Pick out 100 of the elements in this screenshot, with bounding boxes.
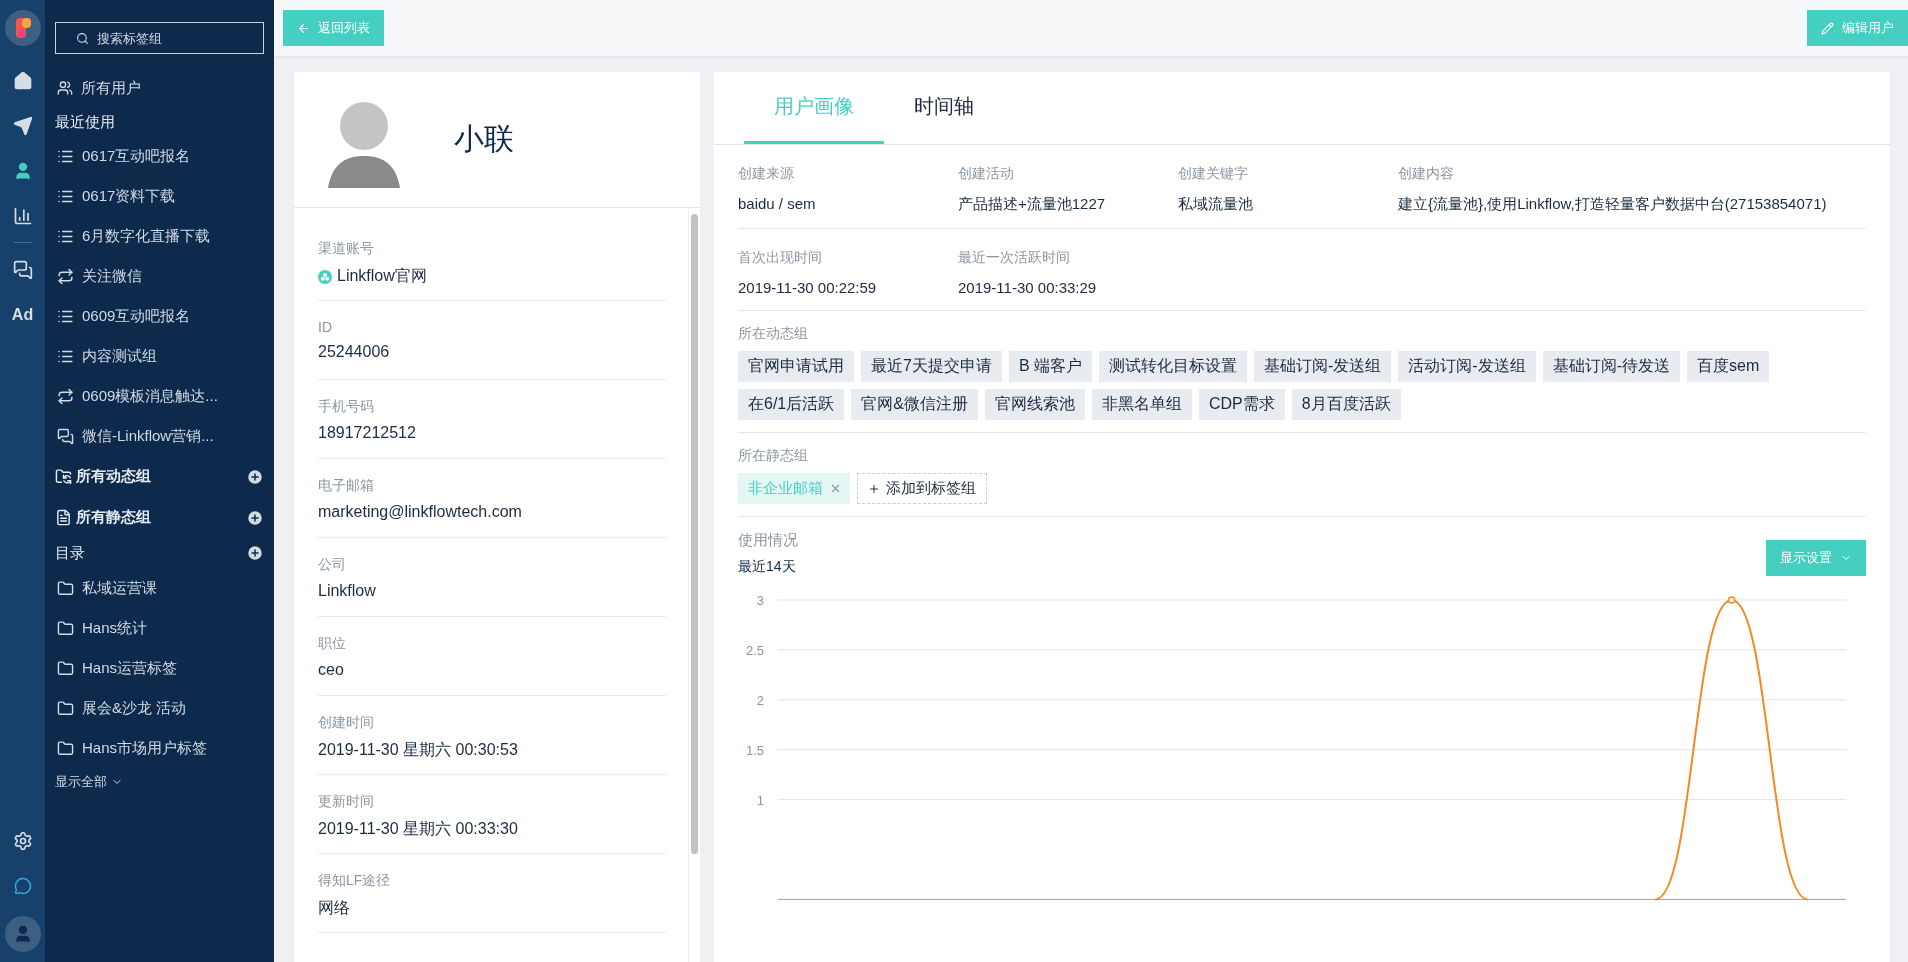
section-label: 使用情况 bbox=[738, 531, 798, 550]
field-value: ceo bbox=[318, 661, 345, 679]
ad-nav-item[interactable]: Ad bbox=[0, 292, 45, 337]
add-icon[interactable] bbox=[246, 544, 264, 562]
chart-subtitle: 最近14天 bbox=[738, 558, 797, 576]
group-nav-item[interactable]: 所有动态组 bbox=[55, 467, 151, 486]
user-name: 小联 bbox=[454, 121, 514, 157]
field-value: 2019-11-30 星期六 00:30:53 bbox=[318, 740, 519, 760]
group-tag: 测试转化目标设置 bbox=[1099, 351, 1248, 382]
axis-tick-label: 3 bbox=[756, 592, 764, 608]
nav-item[interactable]: 所有用户 bbox=[55, 68, 264, 108]
field-value: Linkflow官网 bbox=[337, 266, 427, 286]
nav-item[interactable]: 0609模板消息触达... bbox=[55, 376, 264, 416]
scrollbar-thumb[interactable] bbox=[691, 214, 698, 854]
plus-icon bbox=[868, 482, 880, 495]
field-value: 2019-11-30 00:22:59 bbox=[738, 279, 878, 296]
chat-bubbles-icon bbox=[57, 427, 74, 445]
folder-icon bbox=[57, 739, 74, 757]
field-value: 网络 bbox=[318, 898, 351, 918]
axis-tick-label: 1.5 bbox=[745, 742, 764, 758]
close-icon[interactable] bbox=[829, 482, 842, 495]
search-field[interactable]: 搜索标签组 bbox=[55, 22, 264, 54]
group-tag: 活动订阅-发送组 bbox=[1398, 351, 1536, 382]
field-label: 创建来源 bbox=[738, 165, 795, 183]
section-title: 最近使用 bbox=[55, 111, 116, 132]
field-label: 创建时间 bbox=[318, 714, 375, 732]
field-label: 创建活动 bbox=[958, 165, 1015, 183]
add-to-group-button[interactable]: 添加到标签组 bbox=[857, 473, 987, 504]
document-icon bbox=[55, 509, 72, 526]
group-tag: 8月百度活跃 bbox=[1291, 389, 1401, 420]
group-tag: 官网&微信注册 bbox=[851, 389, 978, 420]
nav-item[interactable]: 内容测试组 bbox=[55, 336, 264, 376]
group-tag: 最近7天提交申请 bbox=[861, 351, 1002, 382]
folder-nav-item[interactable]: 私域运营课 bbox=[55, 568, 264, 608]
field-value: 建立{流量池},使用Linkflow,打造轻量客户数据中台(27153854071) bbox=[1398, 195, 1827, 214]
folder-icon bbox=[57, 579, 74, 597]
nav-item[interactable]: 0617资料下载 bbox=[55, 176, 264, 216]
search-icon bbox=[76, 31, 89, 45]
field-label: 创建内容 bbox=[1398, 165, 1455, 183]
axis-tick-label: 2.5 bbox=[745, 642, 764, 658]
group-tag: B 端客户 bbox=[1008, 351, 1093, 382]
folder-icon bbox=[57, 659, 74, 677]
tab[interactable]: 时间轴 bbox=[884, 72, 1004, 144]
folder-nav-item[interactable]: Hans运营标签 bbox=[55, 648, 264, 688]
add-icon[interactable] bbox=[246, 467, 264, 486]
nav-item[interactable]: 关注微信 bbox=[55, 256, 264, 296]
sync-icon bbox=[57, 267, 74, 285]
group-tag: 非黑名单组 bbox=[1091, 389, 1192, 420]
folder-nav-item[interactable]: 展会&沙龙 活动 bbox=[55, 688, 264, 728]
section-title: 目录 bbox=[55, 542, 85, 563]
app-logo[interactable] bbox=[4, 10, 41, 46]
nav-item[interactable]: 6月数字化直播下载 bbox=[55, 216, 264, 256]
axis-tick-label: 1 bbox=[756, 792, 764, 808]
group-tag: 官网申请试用 bbox=[738, 351, 854, 382]
group-tag: 基础订阅-待发送 bbox=[1542, 351, 1680, 382]
group-tag: 在6/1后活跃 bbox=[738, 389, 845, 420]
search-input[interactable]: 搜索标签组 bbox=[95, 29, 235, 47]
field-value: marketing@linkflowtech.com bbox=[318, 503, 523, 521]
group-nav-item[interactable]: 所有静态组 bbox=[55, 508, 151, 527]
folder-sync-icon bbox=[55, 468, 72, 485]
field-value: 25244006 bbox=[318, 343, 391, 361]
folder-nav-item[interactable]: Hans统计 bbox=[55, 608, 264, 648]
field-value: 18917212512 bbox=[318, 424, 417, 442]
field-value: 私域流量池 bbox=[1178, 195, 1254, 214]
field-label: 最近一次活跃时间 bbox=[958, 249, 1071, 267]
field-value: 2019-11-30 00:33:29 bbox=[958, 279, 1097, 296]
field-label: 首次出现时间 bbox=[738, 249, 823, 267]
folder-nav-item[interactable]: Hans市场用户标签 bbox=[55, 728, 264, 768]
nav-item[interactable]: 0609互动吧报名 bbox=[55, 296, 264, 336]
tag-label: 非企业邮箱 bbox=[748, 479, 823, 498]
field-label: 渠道账号 bbox=[318, 240, 375, 258]
field-label: ID bbox=[318, 319, 333, 335]
nav-item[interactable]: 微信-Linkflow营销... bbox=[55, 416, 264, 456]
folder-icon bbox=[57, 619, 74, 637]
field-label: 创建关键字 bbox=[1178, 165, 1249, 183]
add-icon[interactable] bbox=[246, 508, 264, 527]
arrow-left-icon bbox=[297, 21, 310, 35]
field-value: Linkflow bbox=[318, 582, 377, 600]
users-icon bbox=[57, 80, 73, 96]
field-value: 产品描述+流量池1227 bbox=[958, 195, 1107, 214]
field-label: 得知LF途径 bbox=[318, 872, 392, 890]
section-label: 所在动态组 bbox=[738, 325, 809, 343]
sync-icon bbox=[57, 387, 74, 405]
field-label: 职位 bbox=[318, 635, 347, 653]
field-label: 电子邮箱 bbox=[318, 477, 375, 495]
nav-item[interactable]: 0617互动吧报名 bbox=[55, 136, 264, 176]
field-label: 更新时间 bbox=[318, 793, 375, 811]
group-tag: 基础订阅-发送组 bbox=[1254, 351, 1392, 382]
show-all-link[interactable]: 显示全部 bbox=[55, 768, 264, 796]
field-value: 2019-11-30 星期六 00:33:30 bbox=[318, 819, 519, 839]
group-tag: CDP需求 bbox=[1198, 389, 1285, 420]
axis-tick-label: 2 bbox=[756, 692, 764, 708]
group-tag: 百度sem bbox=[1687, 351, 1770, 382]
channel-icon bbox=[318, 269, 332, 284]
field-value: baidu / sem bbox=[738, 195, 817, 212]
section-label: 所在静态组 bbox=[738, 447, 809, 465]
group-tag: 官网线索池 bbox=[984, 389, 1085, 420]
field-label: 公司 bbox=[318, 556, 347, 574]
field-label: 手机号码 bbox=[318, 398, 375, 416]
folder-icon bbox=[57, 699, 74, 717]
